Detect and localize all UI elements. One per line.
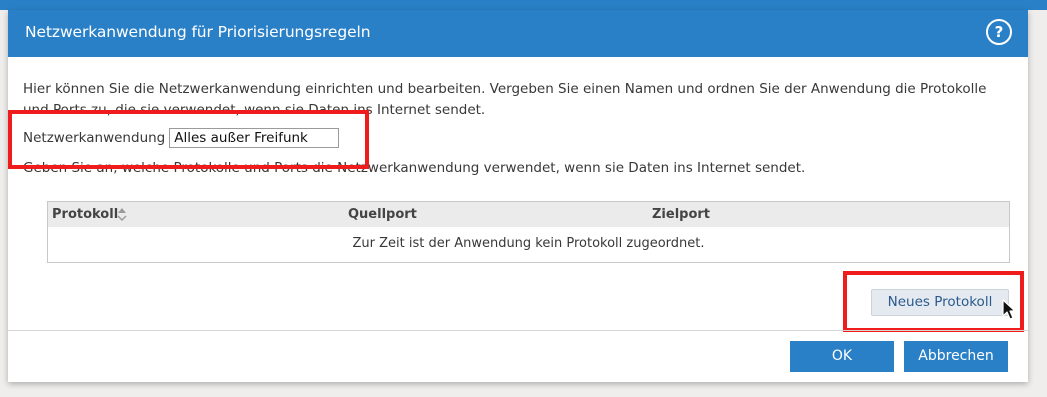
highlight-box-new-protocol (843, 271, 1024, 332)
protocol-dialog: Netzwerkanwendung für Priorisierungsrege… (8, 10, 1028, 382)
footer-divider (8, 330, 1028, 331)
column-header-protokoll[interactable]: Protokoll (52, 207, 118, 222)
dialog-title: Netzwerkanwendung für Priorisierungsrege… (25, 23, 371, 41)
column-header-zielport: Zielport (652, 207, 711, 222)
highlight-box-app-name (8, 110, 369, 169)
sort-icon[interactable] (116, 206, 128, 222)
table-header: Protokoll Quellport Zielport (48, 202, 1009, 227)
cancel-button[interactable]: Abbrechen (904, 341, 1008, 372)
ok-button[interactable]: OK (790, 341, 894, 372)
window-top-strip (0, 0, 1047, 10)
help-icon[interactable]: ? (986, 19, 1012, 45)
protocol-table: Protokoll Quellport Zielport Zur Zeit is… (47, 201, 1010, 263)
table-empty-message: Zur Zeit ist der Anwendung kein Protokol… (352, 236, 705, 251)
column-header-quellport: Quellport (348, 207, 417, 222)
dialog-header: Netzwerkanwendung für Priorisierungsrege… (8, 10, 1028, 57)
